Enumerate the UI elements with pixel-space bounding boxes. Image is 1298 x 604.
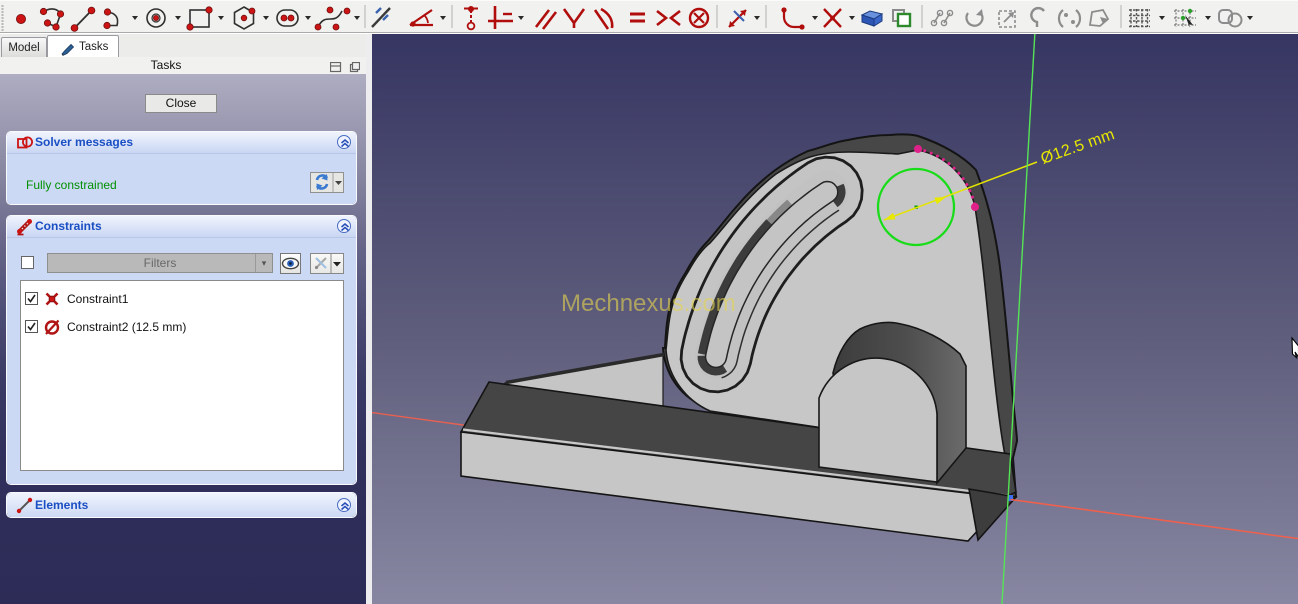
svg-text:Mechnexus.com: Mechnexus.com (561, 290, 736, 317)
